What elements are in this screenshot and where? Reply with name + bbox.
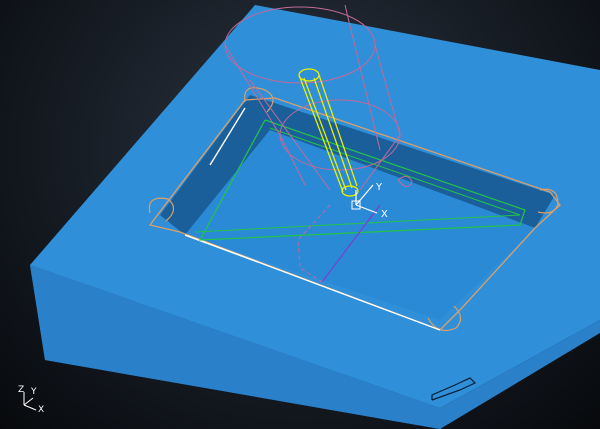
view-orientation-triad[interactable]: Z Y X	[18, 385, 44, 415]
triad-x-label: X	[38, 405, 44, 415]
work-csys-x-label: X	[381, 209, 388, 220]
triad-z-label: Z	[18, 385, 24, 395]
triad-y-label: Y	[30, 387, 37, 397]
part-scene[interactable]: Y X Z Y X	[0, 0, 600, 429]
work-csys-y-label: Y	[375, 182, 383, 193]
cad-3d-viewport[interactable]: Y X Z Y X	[0, 0, 600, 429]
